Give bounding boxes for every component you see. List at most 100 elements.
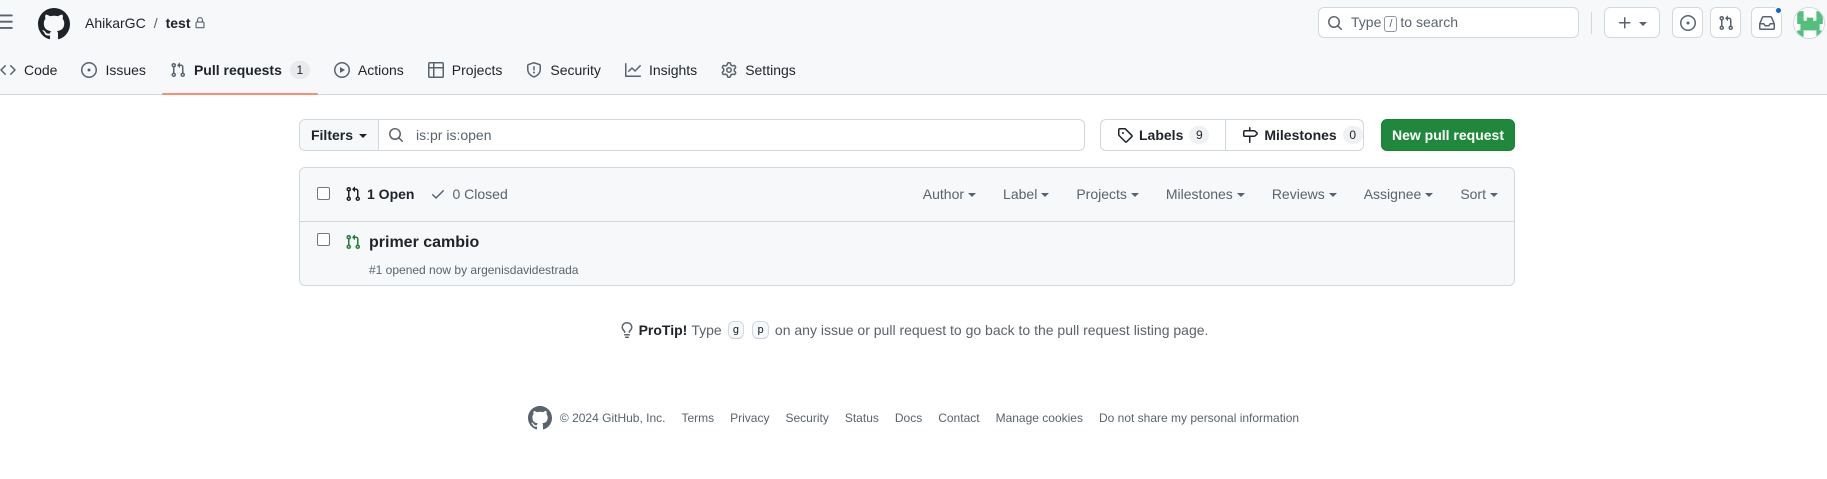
footer-link-docs[interactable]: Docs <box>895 411 922 425</box>
footer-link-contact[interactable]: Contact <box>938 411 979 425</box>
milestones-menu[interactable]: Milestones <box>1166 186 1245 202</box>
closed-filter-link[interactable]: 0 Closed <box>430 186 508 202</box>
plus-icon <box>1617 15 1633 31</box>
footer-copyright: © 2024 GitHub, Inc. <box>527 406 666 430</box>
milestones-menu-label: Milestones <box>1165 186 1233 202</box>
key-g: g <box>727 321 745 339</box>
protip-label: ProTip! <box>638 322 688 338</box>
footer-link-terms[interactable]: Terms <box>681 411 714 425</box>
search-icon <box>1327 15 1343 31</box>
milestones-label: Milestones <box>1264 127 1337 143</box>
github-logo-icon[interactable] <box>38 8 70 40</box>
tab-settings[interactable]: Settings <box>713 52 804 88</box>
open-filter-link[interactable]: 1 Open <box>345 186 414 202</box>
triangle-down-icon <box>359 134 367 138</box>
triangle-down-icon <box>1328 193 1337 197</box>
global-bar: AhikarGC / test Type / to search <box>0 0 1827 46</box>
tab-insights[interactable]: Insights <box>617 52 705 88</box>
github-mark-icon[interactable] <box>527 406 552 430</box>
tab-actions[interactable]: Actions <box>326 52 412 88</box>
filters-label: Filters <box>310 127 353 143</box>
lock-icon <box>194 17 206 29</box>
milestones-counter: 0 <box>1342 126 1363 144</box>
check-icon <box>430 186 446 202</box>
pr-meta: #1 opened now by argenisdavidestrada <box>369 263 579 277</box>
create-new-button[interactable] <box>1604 7 1660 38</box>
new-pull-request-button[interactable]: New pull request <box>1381 119 1515 151</box>
light-bulb-icon <box>619 322 635 338</box>
owner-link[interactable]: AhikarGC <box>85 15 146 31</box>
copyright-text: © 2024 GitHub, Inc. <box>559 411 666 425</box>
issue-opened-icon <box>81 62 98 78</box>
sort-menu-label: Sort <box>1460 186 1486 202</box>
site-footer: © 2024 GitHub, Inc. Terms Privacy Securi… <box>0 406 1827 430</box>
footer-link-status[interactable]: Status <box>845 411 879 425</box>
author-menu[interactable]: Author <box>922 186 977 202</box>
pr-title-link[interactable]: primer cambio <box>369 234 479 252</box>
tab-label: Projects <box>451 62 503 78</box>
hamburger-menu-icon[interactable] <box>0 12 14 32</box>
triangle-down-icon <box>1236 193 1245 197</box>
inbox-icon <box>1758 15 1775 31</box>
protip-pre: Type <box>691 322 722 338</box>
pull-request-list: 1 Open 0 Closed Author Label Projects Mi… <box>299 167 1515 286</box>
footer-link-manage-cookies[interactable]: Manage cookies <box>996 411 1083 425</box>
global-search-input[interactable]: Type / to search <box>1318 7 1579 38</box>
filters-dropdown-button[interactable]: Filters <box>300 120 379 150</box>
protip-post: on any issue or pull request to go back … <box>774 322 1209 338</box>
tab-label: Code <box>24 62 58 78</box>
select-pr-checkbox[interactable] <box>317 233 330 246</box>
triangle-down-icon <box>968 193 977 197</box>
tab-label: Issues <box>105 62 146 78</box>
filter-search-input[interactable] <box>414 126 1014 144</box>
milestones-button[interactable]: Milestones 0 <box>1225 120 1378 150</box>
pull-requests-counter: 1 <box>289 61 310 79</box>
triangle-down-icon <box>1130 193 1139 197</box>
slash-key-hint: / <box>1384 15 1398 32</box>
closed-count-label: 0 Closed <box>452 186 508 202</box>
tab-code[interactable]: Code <box>0 52 65 88</box>
triangle-down-icon <box>1639 21 1647 26</box>
git-pull-request-icon <box>345 186 361 202</box>
tab-label: Actions <box>357 62 404 78</box>
breadcrumb: AhikarGC / test <box>85 15 206 31</box>
filter-group: Filters <box>299 119 1085 151</box>
select-all-checkbox[interactable] <box>317 187 330 200</box>
labels-counter: 9 <box>1189 126 1210 144</box>
avatar[interactable] <box>1793 7 1825 39</box>
issues-button[interactable] <box>1672 7 1703 38</box>
labels-milestones-group: Labels 9 Milestones 0 <box>1100 119 1364 151</box>
shield-icon <box>526 62 542 78</box>
tab-security[interactable]: Security <box>518 52 609 88</box>
reviews-menu[interactable]: Reviews <box>1272 186 1337 202</box>
reviews-menu-label: Reviews <box>1271 186 1325 202</box>
open-count-label: 1 Open <box>367 186 415 202</box>
tab-issues[interactable]: Issues <box>73 52 153 88</box>
tab-pull-requests[interactable]: Pull requests 1 <box>161 52 318 95</box>
projects-menu[interactable]: Projects <box>1076 186 1139 202</box>
tab-projects[interactable]: Projects <box>420 52 511 88</box>
play-icon <box>333 62 350 78</box>
label-menu[interactable]: Label <box>1003 186 1050 202</box>
footer-link-privacy[interactable]: Privacy <box>730 411 769 425</box>
table-icon <box>427 62 444 78</box>
tab-label: Insights <box>648 62 698 78</box>
footer-link-security[interactable]: Security <box>785 411 828 425</box>
repo-link[interactable]: test <box>166 15 207 31</box>
issue-opened-icon <box>1679 14 1696 31</box>
sort-menu[interactable]: Sort <box>1460 186 1498 202</box>
author-menu-label: Author <box>922 186 965 202</box>
repo-name: test <box>165 15 191 31</box>
pr-toolbar: Filters Labels 9 Milestones 0 New pull r… <box>299 119 1515 151</box>
list-header: 1 Open 0 Closed Author Label Projects Mi… <box>300 168 1514 222</box>
footer-link-do-not-share[interactable]: Do not share my personal information <box>1099 411 1299 425</box>
pull-requests-button[interactable] <box>1710 7 1741 38</box>
tag-icon <box>1117 127 1133 143</box>
notification-indicator <box>1774 6 1783 15</box>
assignee-menu[interactable]: Assignee <box>1364 186 1434 202</box>
milestone-icon <box>1242 127 1259 143</box>
labels-label: Labels <box>1139 127 1184 143</box>
labels-button[interactable]: Labels 9 <box>1101 120 1225 150</box>
label-menu-label: Label <box>1003 186 1038 202</box>
git-pull-request-open-icon <box>345 234 361 250</box>
